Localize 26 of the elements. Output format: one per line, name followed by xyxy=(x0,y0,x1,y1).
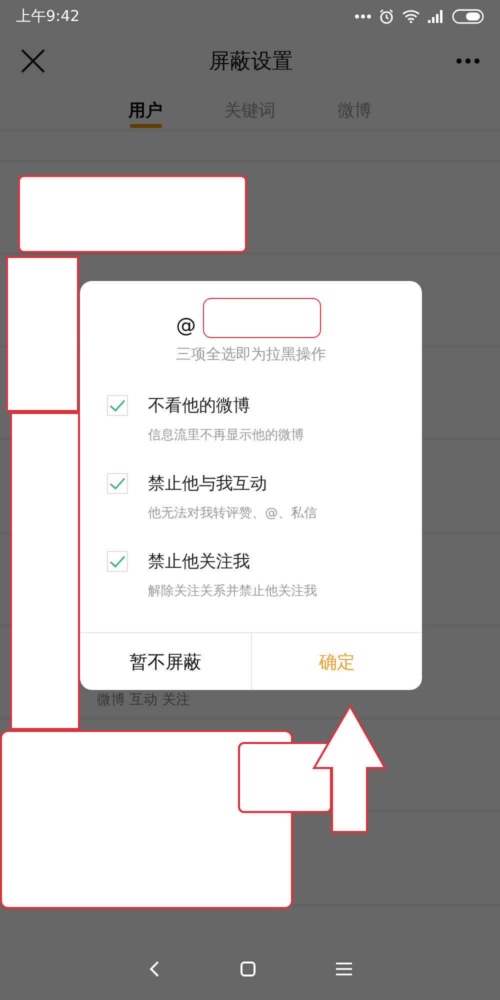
alarm-icon xyxy=(379,8,394,24)
option-description: 解除关注关系并禁止他关注我 xyxy=(148,583,317,600)
home-icon[interactable] xyxy=(240,961,256,977)
dialog-title: @ xyxy=(176,312,196,339)
wifi-icon xyxy=(402,9,420,23)
tab[interactable]: 用户 xyxy=(128,90,162,130)
back-icon[interactable] xyxy=(148,960,160,978)
more-dots-icon xyxy=(355,14,371,18)
confirm-button[interactable]: 确定 xyxy=(250,633,422,690)
option-label: 禁止他与我互动 xyxy=(148,473,268,496)
checkbox[interactable] xyxy=(107,551,128,572)
option-label: 不看他的微博 xyxy=(148,395,251,418)
option-description: 他无法对我转评赞、@、私信 xyxy=(148,505,317,522)
battery-icon xyxy=(452,8,484,24)
dialog-subtitle: 三项全选即为拉黑操作 xyxy=(175,345,327,364)
checkbox[interactable] xyxy=(107,395,128,416)
status-time: 上午9:42 xyxy=(16,6,80,26)
close-icon[interactable] xyxy=(20,48,46,74)
cancel-button[interactable]: 暂不屏蔽 xyxy=(80,633,250,690)
checkbox[interactable] xyxy=(107,473,128,494)
menu-icon[interactable] xyxy=(336,962,352,976)
more-icon[interactable] xyxy=(456,58,480,64)
screen-title: 屏蔽设置 xyxy=(209,48,293,75)
option-label: 禁止他关注我 xyxy=(148,551,251,574)
signal-icon xyxy=(428,10,444,22)
option-description: 信息流里不再显示他的微博 xyxy=(148,427,304,444)
